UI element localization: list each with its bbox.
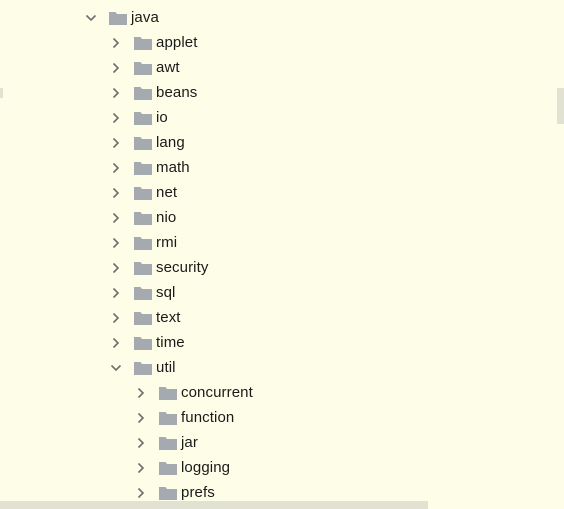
tree-item-sql[interactable]: sql: [110, 280, 175, 305]
tree-item-label: java: [131, 9, 159, 26]
folder-icon: [159, 436, 177, 450]
tree-item-label: security: [156, 259, 209, 276]
tree-item-label: lang: [156, 134, 185, 151]
tree-item-concurrent[interactable]: concurrent: [135, 380, 253, 405]
tree-item-jar[interactable]: jar: [135, 430, 198, 455]
chevron-right-icon[interactable]: [110, 137, 122, 149]
chevron-right-icon[interactable]: [110, 262, 122, 274]
chevron-right-icon[interactable]: [135, 387, 147, 399]
folder-icon: [134, 86, 152, 100]
folder-icon: [134, 36, 152, 50]
tree-item-lang[interactable]: lang: [110, 130, 185, 155]
chevron-right-icon[interactable]: [110, 112, 122, 124]
tree-item-security[interactable]: security: [110, 255, 208, 280]
folder-icon: [134, 111, 152, 125]
chevron-down-icon[interactable]: [110, 362, 122, 374]
vertical-scrollbar[interactable]: [557, 88, 564, 124]
folder-icon: [109, 11, 127, 25]
chevron-right-icon[interactable]: [135, 437, 147, 449]
tree-item-net[interactable]: net: [110, 180, 177, 205]
folder-icon: [134, 361, 152, 375]
tree-item-label: jar: [181, 434, 198, 451]
folder-icon: [134, 261, 152, 275]
tree-item-label: awt: [156, 59, 180, 76]
tree-item-label: applet: [156, 34, 198, 51]
folder-icon: [134, 236, 152, 250]
folder-icon: [134, 136, 152, 150]
folder-icon: [134, 311, 152, 325]
tree-item-label: logging: [181, 459, 231, 476]
tree-item-label: util: [156, 359, 176, 376]
chevron-right-icon[interactable]: [135, 412, 147, 424]
chevron-right-icon[interactable]: [110, 212, 122, 224]
chevron-right-icon[interactable]: [110, 162, 122, 174]
tree-item-util[interactable]: util: [110, 355, 176, 380]
tree-item-label: concurrent: [181, 384, 253, 401]
tree-item-label: rmi: [156, 234, 178, 251]
tree-item-io[interactable]: io: [110, 105, 168, 130]
chevron-right-icon[interactable]: [110, 337, 122, 349]
tree-item-label: beans: [156, 84, 198, 101]
folder-icon: [159, 386, 177, 400]
tree-item-label: prefs: [181, 484, 215, 501]
chevron-right-icon[interactable]: [110, 87, 122, 99]
tree-item-rmi[interactable]: rmi: [110, 230, 177, 255]
tree-item-label: function: [181, 409, 235, 426]
chevron-right-icon[interactable]: [110, 62, 122, 74]
tree-item-applet[interactable]: applet: [110, 30, 197, 55]
chevron-right-icon[interactable]: [110, 287, 122, 299]
tree-item-awt[interactable]: awt: [110, 55, 180, 80]
gutter-marker: [0, 88, 3, 98]
folder-icon: [159, 461, 177, 475]
chevron-down-icon[interactable]: [85, 12, 97, 24]
chevron-right-icon[interactable]: [110, 237, 122, 249]
tree-item-label: sql: [156, 284, 176, 301]
folder-icon: [134, 286, 152, 300]
tree-item-label: math: [156, 159, 190, 176]
tree-item-label: nio: [156, 209, 177, 226]
tree-item-label: time: [156, 334, 185, 351]
chevron-right-icon[interactable]: [110, 187, 122, 199]
chevron-right-icon[interactable]: [135, 487, 147, 499]
tree-item-nio[interactable]: nio: [110, 205, 176, 230]
tree-item-label: net: [156, 184, 178, 201]
chevron-right-icon[interactable]: [110, 37, 122, 49]
folder-icon: [134, 336, 152, 350]
tree-item-java[interactable]: java: [85, 5, 159, 30]
folder-icon: [134, 161, 152, 175]
tree-item-logging[interactable]: logging: [135, 455, 230, 480]
folder-icon: [134, 211, 152, 225]
horizontal-scrollbar[interactable]: [0, 501, 428, 509]
chevron-right-icon[interactable]: [110, 312, 122, 324]
tree-item-function[interactable]: function: [135, 405, 234, 430]
tree-item-time[interactable]: time: [110, 330, 185, 355]
folder-icon: [159, 486, 177, 500]
folder-icon: [134, 61, 152, 75]
tree-item-label: text: [156, 309, 181, 326]
chevron-right-icon[interactable]: [135, 462, 147, 474]
tree-item-math[interactable]: math: [110, 155, 190, 180]
tree-item-label: io: [156, 109, 168, 126]
tree-item-beans[interactable]: beans: [110, 80, 197, 105]
folder-icon: [159, 411, 177, 425]
folder-icon: [134, 186, 152, 200]
tree-item-text[interactable]: text: [110, 305, 181, 330]
